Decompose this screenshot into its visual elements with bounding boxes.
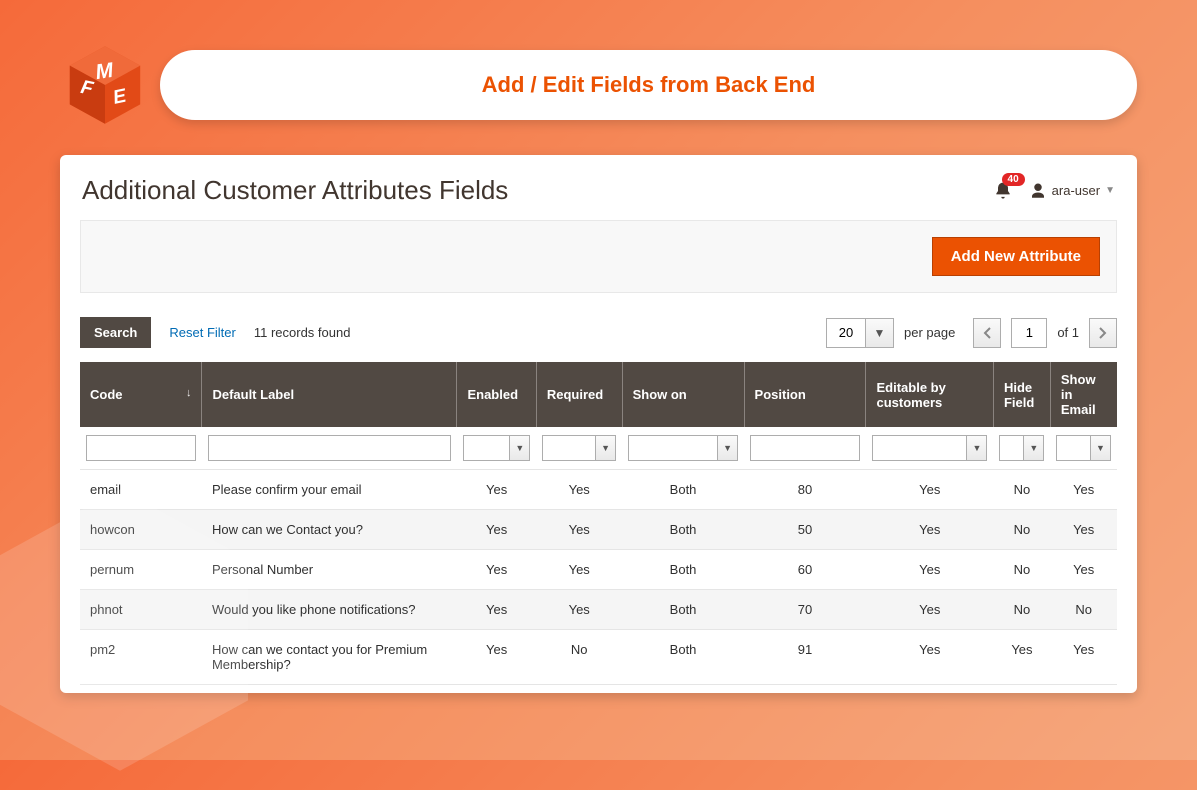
- filter-code-input[interactable]: [86, 435, 196, 461]
- cell-enabled: Yes: [457, 550, 536, 590]
- col-header-required[interactable]: Required: [536, 362, 622, 427]
- col-header-code[interactable]: Code↓: [80, 362, 202, 427]
- chevron-down-icon: ▼: [967, 435, 987, 461]
- cell-editable: Yes: [866, 510, 994, 550]
- cell-position: 70: [744, 590, 866, 630]
- cell-required: No: [536, 630, 622, 685]
- chevron-down-icon: ▼: [1024, 435, 1044, 461]
- cell-email: No: [1050, 590, 1117, 630]
- cell-editable: Yes: [866, 550, 994, 590]
- page-size-input[interactable]: [826, 318, 866, 348]
- col-header-email[interactable]: Show in Email: [1050, 362, 1117, 427]
- col-header-label[interactable]: Default Label: [202, 362, 457, 427]
- next-page-button[interactable]: [1089, 318, 1117, 348]
- col-header-position[interactable]: Position: [744, 362, 866, 427]
- col-header-show-on[interactable]: Show on: [622, 362, 744, 427]
- col-header-enabled[interactable]: Enabled: [457, 362, 536, 427]
- chevron-right-icon: [1099, 327, 1107, 339]
- filter-position-input[interactable]: [750, 435, 860, 461]
- add-new-attribute-button[interactable]: Add New Attribute: [932, 237, 1100, 276]
- user-menu[interactable]: ara-user ▼: [1029, 182, 1115, 200]
- cell-hide: Yes: [993, 630, 1050, 685]
- cell-enabled: Yes: [457, 630, 536, 685]
- chevron-down-icon: ▼: [510, 435, 530, 461]
- notifications-button[interactable]: 40: [993, 181, 1013, 201]
- user-icon: [1029, 182, 1047, 200]
- cell-show-on: Both: [622, 470, 744, 510]
- cell-position: 50: [744, 510, 866, 550]
- search-button[interactable]: Search: [80, 317, 151, 348]
- cell-show-on: Both: [622, 550, 744, 590]
- filter-email-select[interactable]: ▼: [1056, 435, 1111, 461]
- cell-email: Yes: [1050, 550, 1117, 590]
- cell-position: 91: [744, 630, 866, 685]
- chevron-down-icon: ▼: [1091, 435, 1111, 461]
- current-page-input[interactable]: [1011, 318, 1047, 348]
- page-of-label: of 1: [1057, 325, 1079, 340]
- cell-position: 80: [744, 470, 866, 510]
- col-header-hide[interactable]: Hide Field: [993, 362, 1050, 427]
- cell-email: Yes: [1050, 510, 1117, 550]
- page-title: Additional Customer Attributes Fields: [82, 175, 508, 206]
- cell-required: Yes: [536, 470, 622, 510]
- cell-email: Yes: [1050, 630, 1117, 685]
- notification-count: 40: [1002, 173, 1025, 186]
- chevron-down-icon: ▼: [596, 435, 616, 461]
- cell-editable: Yes: [866, 590, 994, 630]
- cell-enabled: Yes: [457, 510, 536, 550]
- records-found-label: 11 records found: [254, 325, 351, 340]
- prev-page-button[interactable]: [973, 318, 1001, 348]
- banner-title: Add / Edit Fields from Back End: [482, 72, 816, 98]
- chevron-down-icon: ▼: [718, 435, 738, 461]
- chevron-down-icon: ▼: [1105, 185, 1115, 196]
- cell-hide: No: [993, 550, 1050, 590]
- filter-editable-select[interactable]: ▼: [872, 435, 988, 461]
- filter-label-input[interactable]: [208, 435, 451, 461]
- grid-toolbar: Search Reset Filter 11 records found ▼ p…: [80, 317, 1117, 348]
- filter-required-select[interactable]: ▼: [542, 435, 616, 461]
- cell-editable: Yes: [866, 470, 994, 510]
- cell-show-on: Both: [622, 630, 744, 685]
- watermark-logo: [0, 470, 280, 790]
- cell-enabled: Yes: [457, 470, 536, 510]
- banner: M F E Add / Edit Fields from Back End: [60, 40, 1137, 130]
- sort-down-icon: ↓: [186, 387, 192, 399]
- cell-show-on: Both: [622, 590, 744, 630]
- cell-editable: Yes: [866, 630, 994, 685]
- cell-hide: No: [993, 590, 1050, 630]
- filter-row: ▼ ▼ ▼ ▼ ▼ ▼: [80, 427, 1117, 470]
- filter-enabled-select[interactable]: ▼: [463, 435, 530, 461]
- fme-logo: M F E: [60, 40, 150, 130]
- chevron-down-icon[interactable]: ▼: [866, 318, 894, 348]
- cell-required: Yes: [536, 590, 622, 630]
- cell-hide: No: [993, 510, 1050, 550]
- page-size-select[interactable]: ▼: [826, 318, 894, 348]
- action-bar: Add New Attribute: [80, 220, 1117, 293]
- chevron-left-icon: [983, 327, 991, 339]
- cell-position: 60: [744, 550, 866, 590]
- banner-title-pill: Add / Edit Fields from Back End: [160, 50, 1137, 120]
- filter-show-on-select[interactable]: ▼: [628, 435, 738, 461]
- svg-text:M: M: [94, 59, 115, 84]
- username: ara-user: [1052, 183, 1100, 198]
- cell-required: Yes: [536, 510, 622, 550]
- cell-hide: No: [993, 470, 1050, 510]
- cell-required: Yes: [536, 550, 622, 590]
- cell-show-on: Both: [622, 510, 744, 550]
- col-header-editable[interactable]: Editable by customers: [866, 362, 994, 427]
- filter-hide-select[interactable]: ▼: [999, 435, 1044, 461]
- reset-filter-link[interactable]: Reset Filter: [169, 325, 235, 340]
- cell-email: Yes: [1050, 470, 1117, 510]
- cell-enabled: Yes: [457, 590, 536, 630]
- per-page-label: per page: [904, 325, 955, 340]
